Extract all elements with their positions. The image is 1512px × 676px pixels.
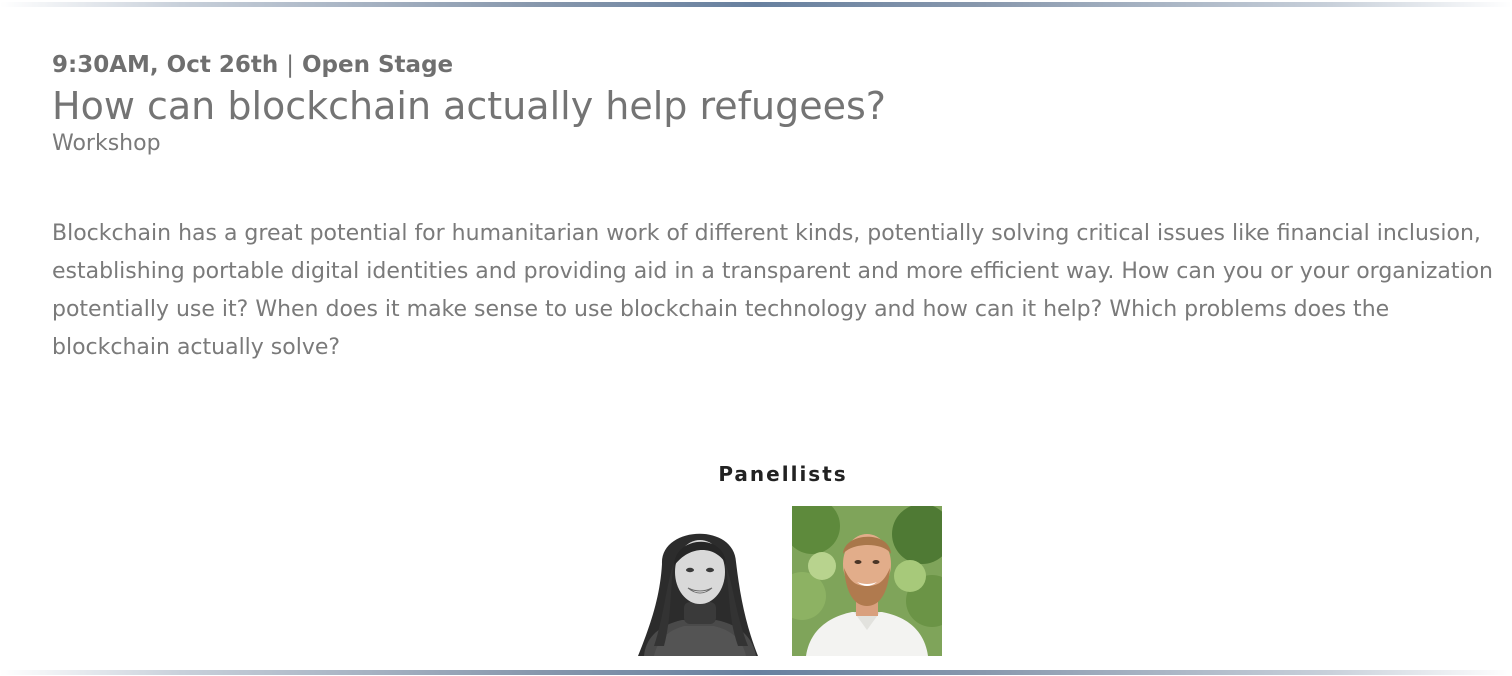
person-photo-icon bbox=[792, 506, 942, 656]
top-divider bbox=[0, 2, 1512, 7]
session-header: 9:30AM, Oct 26th | Open Stage How can bl… bbox=[52, 50, 1512, 158]
session-description: Blockchain has a great potential for hum… bbox=[52, 215, 1512, 367]
panellists-heading: Panellists bbox=[718, 462, 848, 486]
description-line: Blockchain has a great potential for hum… bbox=[52, 221, 1481, 246]
panellist-photo-1[interactable] bbox=[624, 506, 774, 656]
description-line: establishing portable digital identities… bbox=[52, 259, 1493, 284]
panellist-photo-2[interactable] bbox=[792, 506, 942, 656]
description-line: blockchain actually solve? bbox=[52, 335, 341, 360]
meta-separator: | bbox=[286, 52, 294, 78]
session-meta: 9:30AM, Oct 26th | Open Stage bbox=[52, 50, 1512, 80]
description-line: potentially use it? When does it make se… bbox=[52, 297, 1390, 322]
session-page: 9:30AM, Oct 26th | Open Stage How can bl… bbox=[0, 0, 1512, 676]
session-title: How can blockchain actually help refugee… bbox=[52, 84, 886, 128]
session-time: 9:30AM, Oct 26th bbox=[52, 52, 279, 78]
person-photo-icon bbox=[624, 506, 774, 656]
session-stage: Open Stage bbox=[302, 52, 454, 78]
bottom-divider bbox=[0, 670, 1512, 675]
session-type: Workshop bbox=[52, 131, 161, 156]
